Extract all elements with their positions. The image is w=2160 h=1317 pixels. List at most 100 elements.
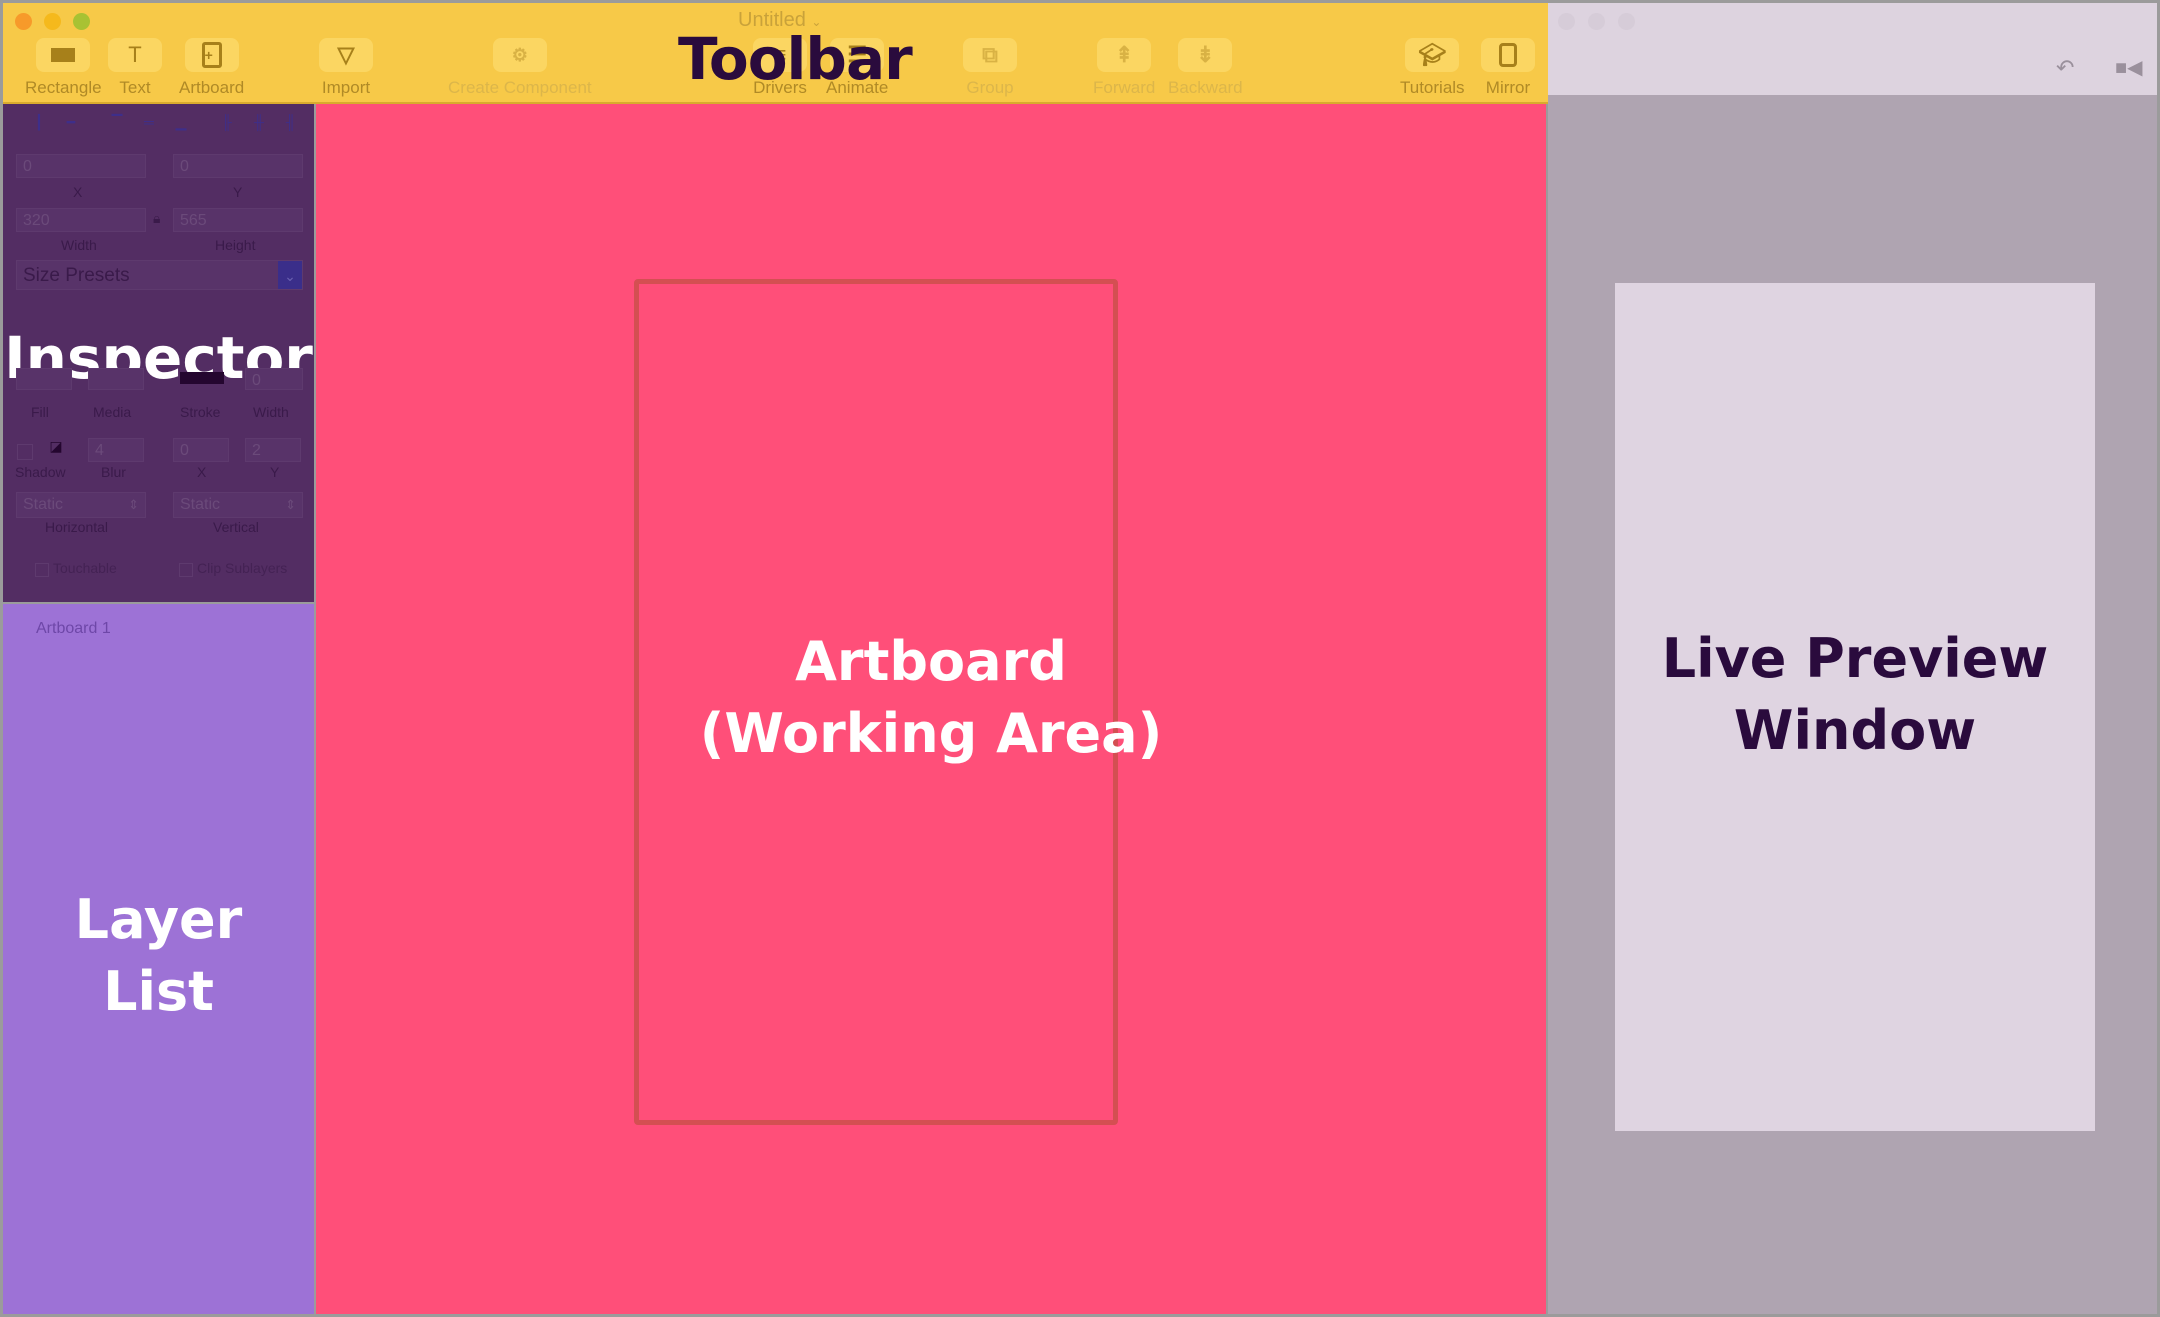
rectangle-label: Rectangle (25, 78, 102, 97)
undo-icon[interactable]: ↶ (2056, 55, 2074, 81)
gears-icon: ⚙ (511, 44, 528, 65)
align-left-icon[interactable]: ┃ (23, 114, 55, 136)
create-component-button[interactable]: ⚙ Create Component (448, 38, 592, 98)
minimize-window-button[interactable] (44, 13, 61, 30)
y-label: Y (233, 184, 243, 200)
preview-minimize-button[interactable] (1588, 13, 1605, 30)
stroke-label: Stroke (180, 404, 221, 420)
chevron-down-icon: ⌄ (278, 261, 302, 289)
align-middle-icon[interactable]: ═ (133, 114, 165, 136)
artboard-tool-button[interactable]: + Artboard (179, 38, 244, 98)
align-top-icon[interactable]: ▔ (101, 114, 133, 136)
canvas[interactable]: Artboard (Working Area) (316, 104, 1546, 1314)
backward-button[interactable]: ⇟ Backward (1168, 38, 1243, 98)
touchable-checkbox[interactable] (35, 563, 49, 577)
preview-annotation-line1: Live Preview (1661, 627, 2049, 690)
inspector-panel: ┃ ━ ▔ ═ ▁ ╟ ╫ ╢ 0 0 X Y 320 🔒︎ 565 Width… (3, 104, 314, 602)
text-tool-button[interactable]: T Text (108, 38, 162, 98)
vertical-value: Static (180, 496, 221, 513)
forward-button[interactable]: ⇞ Forward (1093, 38, 1155, 98)
height-field[interactable]: 565 (173, 208, 303, 232)
touchable-label: Touchable (53, 560, 117, 576)
preview-annotation: Live Preview Window (1615, 623, 2095, 767)
layer-list-annotation-line1: Layer (74, 888, 243, 951)
preview-maximize-button[interactable] (1618, 13, 1635, 30)
forward-icon: ⇞ (1114, 42, 1134, 67)
fill-swatch[interactable] (16, 368, 72, 390)
preview-titlebar: ↶ ■◀ (1548, 3, 2157, 95)
horizontal-label: Horizontal (45, 519, 109, 535)
alignment-toolbar: ┃ ━ ▔ ═ ▁ ╟ ╫ ╢ (23, 114, 307, 136)
create-component-label: Create Component (448, 78, 592, 97)
x-field[interactable]: 0 (16, 154, 146, 178)
backward-icon: ⇟ (1196, 42, 1215, 67)
distribute-right-icon[interactable]: ╢ (275, 114, 307, 136)
size-presets-select[interactable]: Size Presets ⌄ (16, 260, 303, 290)
toolbar-annotation: Toolbar (678, 25, 913, 93)
graduation-cap-icon: 🎓︎ (1418, 42, 1447, 67)
shadow-color-icon[interactable]: ◪ (43, 438, 69, 462)
shadow-y-field[interactable]: 2 (245, 438, 301, 462)
clip-sublayers-label: Clip Sublayers (197, 560, 288, 576)
blur-label: Blur (101, 464, 126, 480)
layer-item[interactable]: Artboard 1 (36, 620, 111, 638)
fill-label: Fill (31, 404, 49, 420)
shadow-x-field[interactable]: 0 (173, 438, 229, 462)
maximize-window-button[interactable] (73, 13, 90, 30)
clip-sublayers-checkbox[interactable] (179, 563, 193, 577)
align-bottom-icon[interactable]: ▁ (165, 114, 197, 136)
preview-close-button[interactable] (1558, 13, 1575, 30)
shadow-y-label: Y (270, 464, 280, 480)
shadow-checkbox[interactable] (17, 444, 33, 460)
import-button[interactable]: ▽ Import (319, 38, 373, 98)
horizontal-value: Static (23, 496, 64, 513)
size-presets-label: Size Presets (23, 265, 130, 286)
vertical-label: Vertical (213, 519, 259, 535)
mirror-label: Mirror (1485, 78, 1531, 97)
horizontal-select[interactable]: Static ⇕ (16, 492, 146, 518)
stroke-width-label: Width (253, 404, 289, 420)
updown-chevron-icon: ⇕ (285, 497, 296, 512)
artboard-annotation-line1: Artboard (795, 630, 1067, 693)
live-preview-window: ↶ ■◀ Live Preview Window (1548, 3, 2157, 1314)
backward-label: Backward (1168, 78, 1243, 97)
mirror-button[interactable]: Mirror (1481, 38, 1535, 98)
layer-list-annotation-line2: List (103, 960, 214, 1023)
artboard-annotation-line2: (Working Area) (699, 702, 1163, 765)
align-center-horizontal-icon[interactable]: ━ (55, 114, 87, 136)
media-label: Media (93, 404, 132, 420)
vertical-select[interactable]: Static ⇕ (173, 492, 303, 518)
close-window-button[interactable] (15, 13, 32, 30)
preview-device-screen[interactable]: Live Preview Window (1615, 283, 2095, 1131)
media-swatch[interactable] (88, 368, 144, 390)
artboard-annotation: Artboard (Working Area) (316, 626, 1546, 770)
height-label: Height (215, 237, 256, 253)
shadow-x-label: X (197, 464, 207, 480)
text-icon: T (128, 42, 142, 67)
preview-annotation-line2: Window (1733, 699, 1977, 762)
group-button[interactable]: ⧉ Group (963, 38, 1017, 98)
stroke-width-field[interactable]: 0 (245, 368, 303, 390)
shadow-label: Shadow (15, 464, 66, 480)
y-field[interactable]: 0 (173, 154, 303, 178)
forward-label: Forward (1093, 78, 1156, 97)
import-icon: ▽ (337, 42, 355, 67)
mirror-icon (1499, 43, 1517, 67)
group-icon: ⧉ (982, 42, 998, 67)
lock-icon[interactable]: 🔒︎ (153, 210, 160, 227)
layer-list: Artboard 1 Layer List (3, 604, 314, 1314)
artboard-label: Artboard (179, 78, 245, 97)
layer-list-annotation: Layer List (3, 884, 314, 1028)
stroke-swatch[interactable] (180, 372, 224, 384)
video-camera-icon[interactable]: ■◀ (2115, 55, 2142, 80)
rectangle-icon (51, 48, 76, 62)
rectangle-tool-button[interactable]: Rectangle (25, 38, 102, 98)
artboard-icon: + (201, 42, 222, 68)
group-label: Group (966, 78, 1014, 97)
blur-field[interactable]: 4 (88, 438, 144, 462)
width-field[interactable]: 320 (16, 208, 146, 232)
tutorials-button[interactable]: 🎓︎ Tutorials (1400, 38, 1465, 98)
distribute-center-icon[interactable]: ╫ (243, 114, 275, 136)
distribute-left-icon[interactable]: ╟ (211, 114, 243, 136)
import-label: Import (321, 78, 371, 97)
